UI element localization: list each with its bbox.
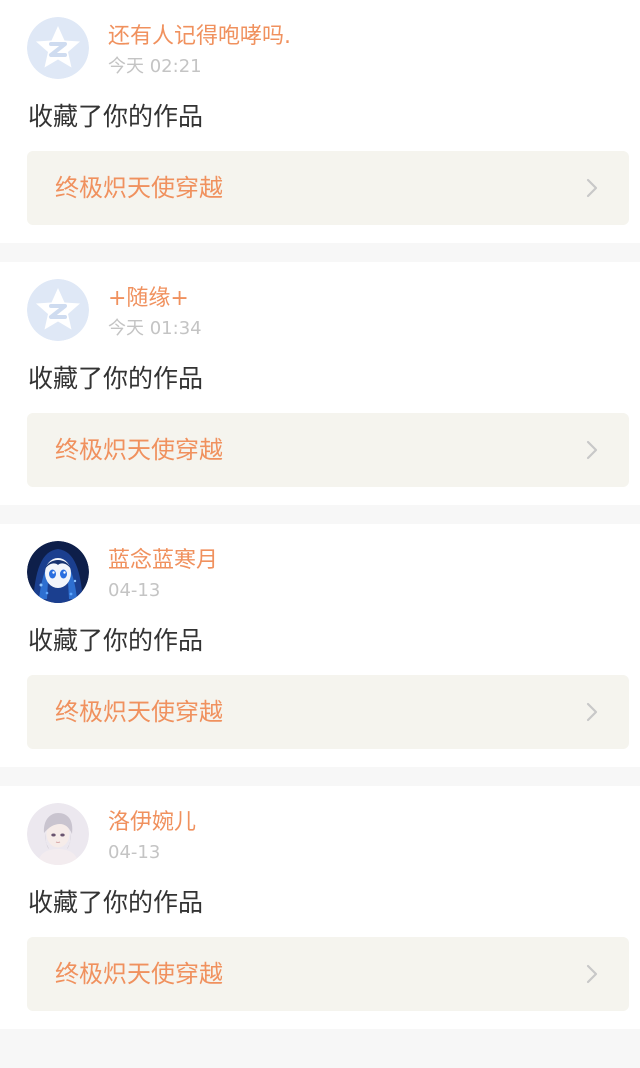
timestamp: 今天 01:34: [108, 318, 202, 339]
anime-girl-blue-avatar: [27, 541, 89, 603]
avatar[interactable]: [27, 279, 89, 341]
action-text: 收藏了你的作品: [28, 364, 204, 393]
notification-card: 洛伊婉儿 04-13 收藏了你的作品 终极炽天使穿越: [0, 786, 640, 1029]
timestamp: 今天 02:21: [108, 56, 202, 77]
notification-card: 蓝念蓝寒月 04-13 收藏了你的作品 终极炽天使穿越: [0, 524, 640, 767]
work-link[interactable]: 终极炽天使穿越: [27, 937, 629, 1011]
work-link[interactable]: 终极炽天使穿越: [27, 151, 629, 225]
chevron-right-icon: [586, 702, 598, 722]
chevron-right-icon: [586, 440, 598, 460]
default-avatar-icon: [27, 279, 89, 341]
action-text: 收藏了你的作品: [28, 102, 204, 131]
username[interactable]: 还有人记得咆哮吗.: [108, 22, 291, 52]
chevron-right-icon: [586, 964, 598, 984]
username[interactable]: 蓝念蓝寒月: [108, 546, 218, 576]
work-title: 终极炽天使穿越: [55, 698, 223, 726]
chevron-right-icon: [586, 178, 598, 198]
anime-boy-silver-avatar: [27, 803, 89, 865]
action-text: 收藏了你的作品: [28, 626, 204, 655]
username[interactable]: 洛伊婉儿: [108, 808, 196, 838]
notification-card: 还有人记得咆哮吗. 今天 02:21 收藏了你的作品 终极炽天使穿越: [0, 0, 640, 243]
notification-card: +随缘+ 今天 01:34 收藏了你的作品 终极炽天使穿越: [0, 262, 640, 505]
timestamp: 04-13: [108, 842, 161, 863]
work-title: 终极炽天使穿越: [55, 174, 223, 202]
work-title: 终极炽天使穿越: [55, 436, 223, 464]
avatar[interactable]: [27, 541, 89, 603]
avatar[interactable]: [27, 803, 89, 865]
action-text: 收藏了你的作品: [28, 888, 204, 917]
default-avatar-icon: [27, 17, 89, 79]
work-link[interactable]: 终极炽天使穿越: [27, 413, 629, 487]
username[interactable]: +随缘+: [108, 284, 189, 314]
notification-feed: 还有人记得咆哮吗. 今天 02:21 收藏了你的作品 终极炽天使穿越 +随缘+ …: [0, 0, 640, 1029]
avatar[interactable]: [27, 17, 89, 79]
work-link[interactable]: 终极炽天使穿越: [27, 675, 629, 749]
timestamp: 04-13: [108, 580, 161, 601]
work-title: 终极炽天使穿越: [55, 960, 223, 988]
